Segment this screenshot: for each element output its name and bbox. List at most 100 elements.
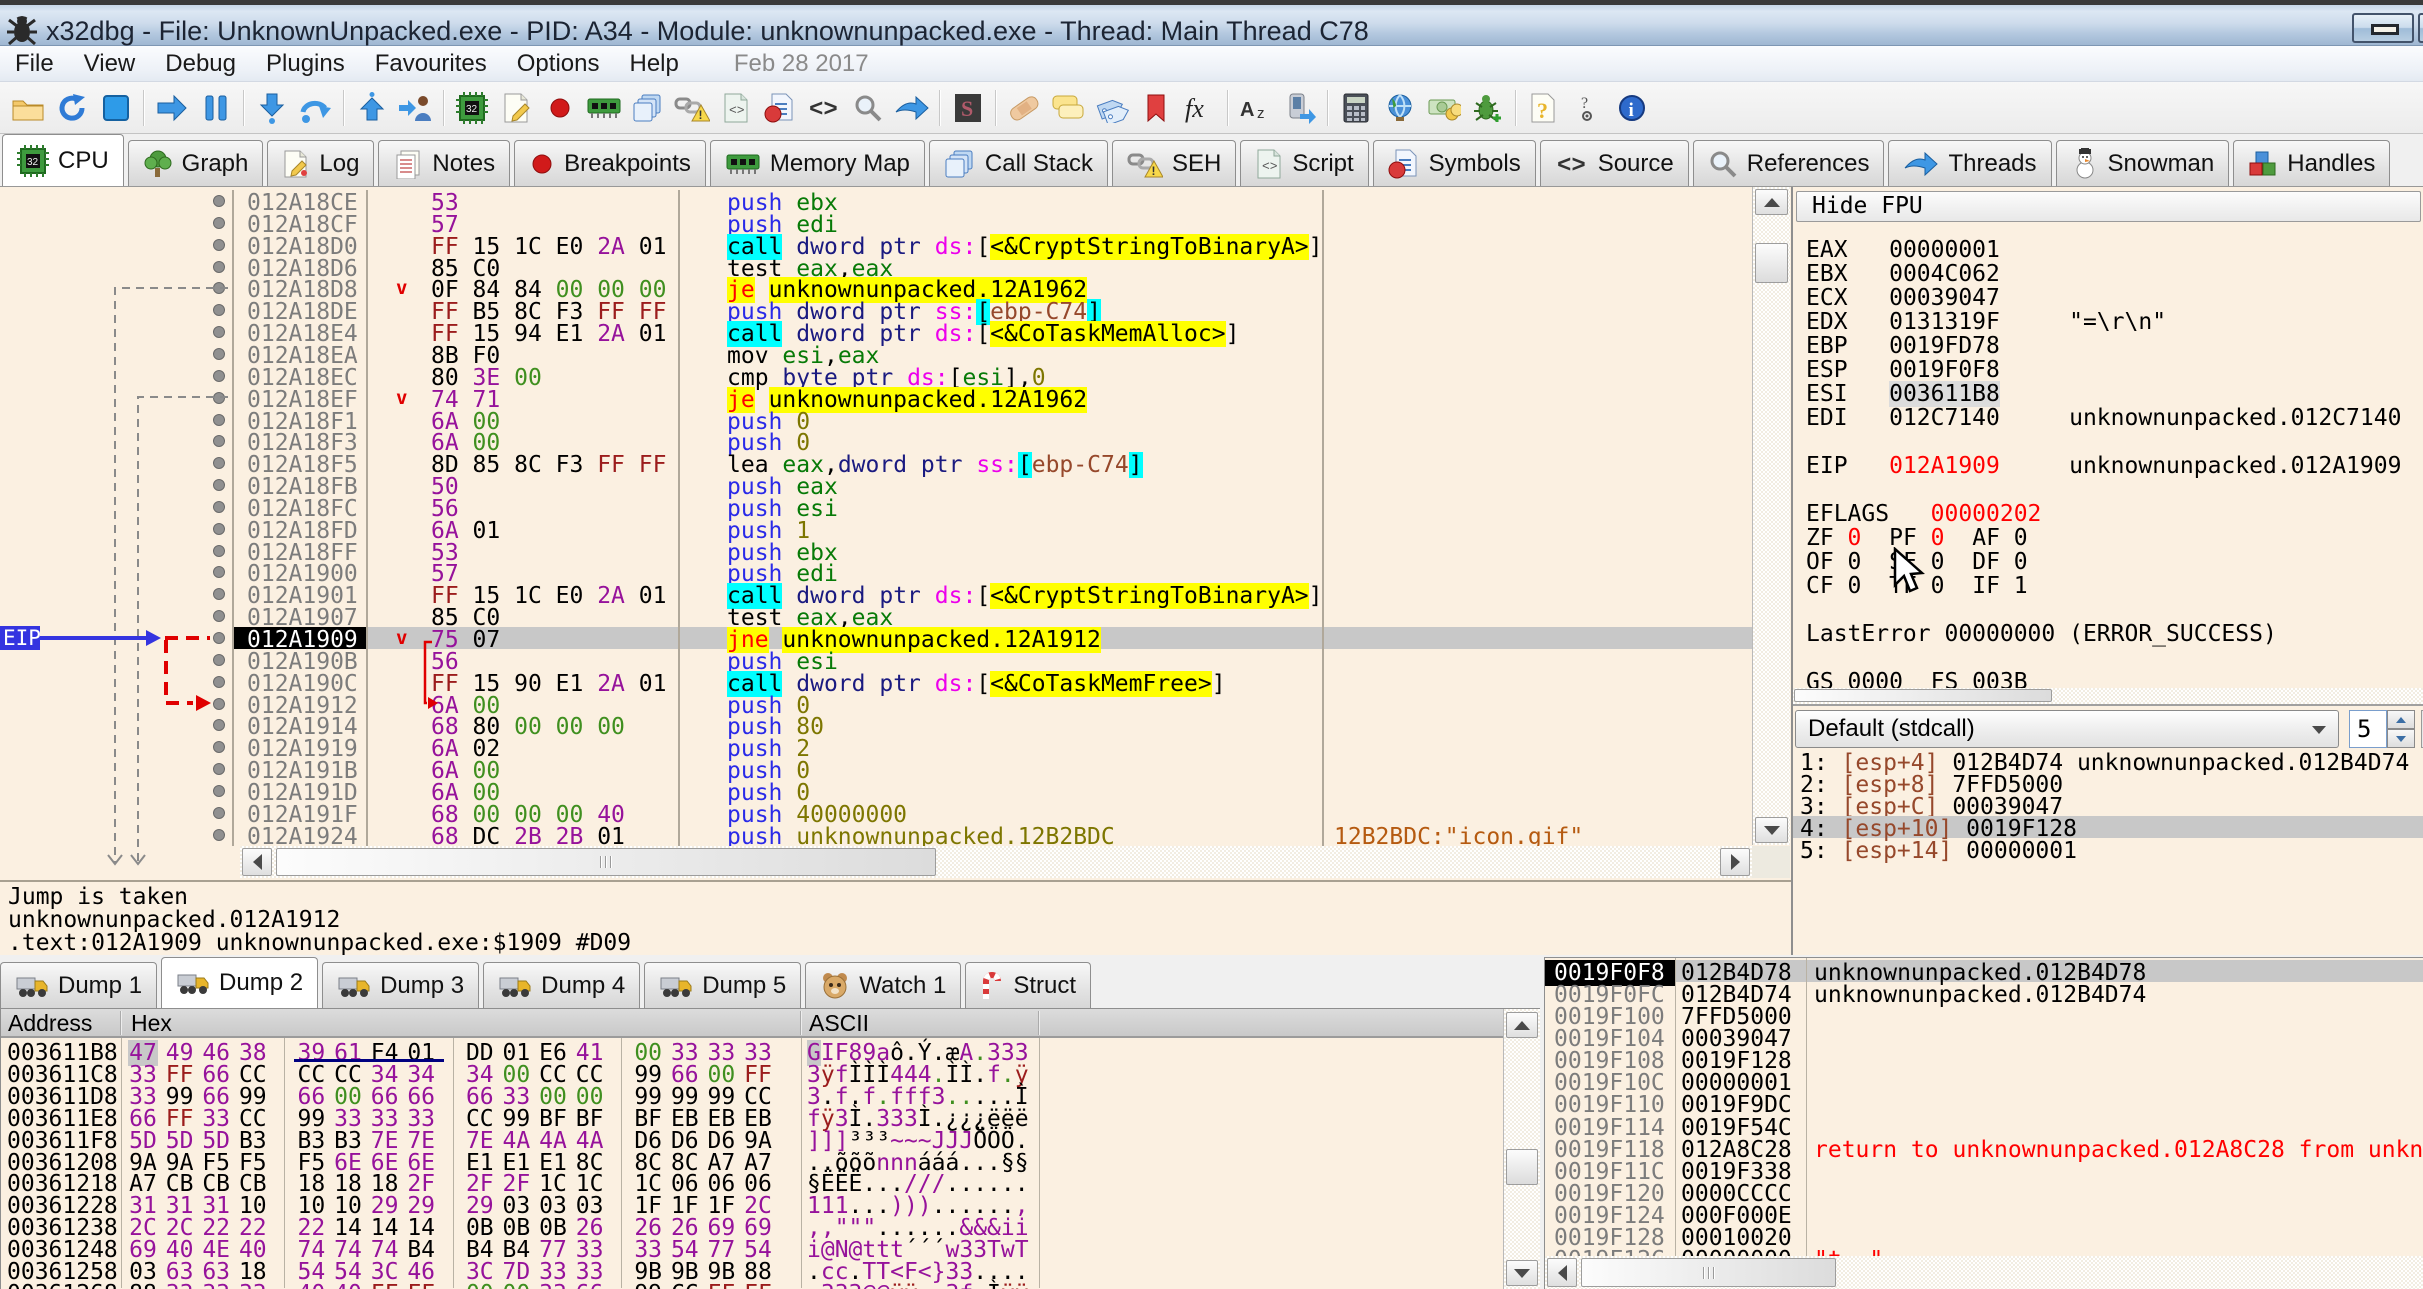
scroll-thumb[interactable] [1506, 1149, 1538, 1185]
argument-row[interactable]: 5: [esp+14] 00000001 [1793, 838, 2423, 860]
register-eflags[interactable]: EFLAGS 00000202 [1806, 501, 2041, 525]
ascii-char[interactable]: 3 [835, 1281, 849, 1289]
ascii-char[interactable]: 3 [821, 1281, 835, 1289]
register-ecx[interactable]: ECX 00039047 [1806, 285, 2000, 309]
tab-script[interactable]: <>Script [1240, 140, 1368, 186]
hex-byte[interactable]: 40 [333, 1281, 363, 1289]
command-question-button[interactable]: ? [1566, 87, 1610, 129]
breakpoint-dot[interactable] [213, 195, 225, 207]
calling-convention-combo[interactable]: Default (stdcall) [1795, 710, 2339, 748]
spin-down-button[interactable] [2387, 729, 2415, 748]
argument-row[interactable]: 1: [esp+4] 012B4D74 unknownunpacked.012B… [1793, 750, 2423, 772]
menu-help[interactable]: Help [614, 46, 693, 82]
disasm-horizontal-scrollbar[interactable] [240, 846, 1752, 878]
dump-row[interactable]: 00361218A7CBCBCB1818182F2F2F1C1C1C060606… [1, 1171, 1503, 1193]
hex-byte[interactable]: FF [706, 1281, 736, 1289]
tab-log[interactable]: Log [267, 140, 374, 186]
ascii-char[interactable]: . [918, 1281, 932, 1289]
ascii-char[interactable]: ÿ [1015, 1281, 1029, 1289]
tab-breakpoints[interactable]: Breakpoints [514, 140, 706, 186]
ascii-char[interactable]: ÿ [890, 1281, 904, 1289]
disasm-row[interactable]: 012A18FB50push eax [0, 474, 1752, 496]
argument-row[interactable]: 3: [esp+C] 00039047 [1793, 794, 2423, 816]
tab-references[interactable]: References [1693, 140, 1885, 186]
flags-row[interactable]: CF 0 TF 0 IF 1 [1806, 573, 2028, 597]
source-code-button[interactable]: <> [802, 87, 846, 129]
disasm-row[interactable]: 012A190785 C0test eax,eax [0, 605, 1752, 627]
disasm-vertical-scrollbar[interactable] [1752, 187, 1790, 845]
disasm-row[interactable]: 012A1909v75 07jne unknownunpacked.12A191… [0, 627, 1752, 649]
maximize-button[interactable] [2418, 13, 2423, 43]
pause-button[interactable] [194, 87, 238, 129]
dump-row[interactable]: 003612580363631854543C463C7D33339B9B9B88… [1, 1259, 1503, 1281]
register-ebx[interactable]: EBX 0004C062 [1806, 261, 2000, 285]
scroll-thumb[interactable] [1794, 689, 2052, 702]
argument-row[interactable]: 2: [esp+8] 7FFD5000 [1793, 772, 2423, 794]
about-info-button[interactable]: i [1610, 87, 1654, 129]
tab-memory-map[interactable]: Memory Map [710, 140, 925, 186]
title-bar[interactable]: x32dbg - File: UnknownUnpacked.exe - PID… [0, 0, 2423, 46]
scroll-down-button[interactable] [1506, 1260, 1538, 1286]
seh-chain-button[interactable]: ! [670, 87, 714, 129]
donate-money-button[interactable] [1422, 87, 1466, 129]
disasm-row[interactable]: 012A18FF53push ebx [0, 540, 1752, 562]
breakpoint-dot[interactable] [213, 370, 225, 382]
hex-byte[interactable]: FF [370, 1281, 400, 1289]
disasm-row[interactable]: 012A191F68 00 00 00 40push 40000000 [0, 802, 1752, 824]
ascii-char[interactable]: 3 [946, 1281, 960, 1289]
hex-byte[interactable]: 33 [538, 1281, 568, 1289]
breakpoint-dot[interactable] [213, 523, 225, 535]
tab-dump-1[interactable]: Dump 1 [0, 962, 157, 1008]
scroll-down-button[interactable] [1755, 817, 1788, 843]
dump-row[interactable]: 003612089A9AF5F5F56E6E6EE1E1E18C8C8CA7A7… [1, 1150, 1503, 1172]
disasm-row[interactable]: 012A18EA8B F0mov esi,eax [0, 343, 1752, 365]
flags-row[interactable]: OF 0 SF 0 DF 0 [1806, 549, 2028, 573]
disasm-row[interactable]: 012A18CF57push edi [0, 212, 1752, 234]
stack-panel[interactable]: 0019F0F8012B4D78unknownunpacked.012B4D78… [1544, 957, 2423, 1289]
step-over-button[interactable] [294, 87, 338, 129]
help-doc-button[interactable]: ? [1522, 87, 1566, 129]
breakpoint-dot[interactable] [213, 261, 225, 273]
references-search-button[interactable] [846, 87, 890, 129]
argument-row[interactable]: 4: [esp+10] 0019F128 [1793, 816, 2423, 838]
disasm-row[interactable]: 012A192468 DC 2B 2B 01push unknownunpack… [0, 824, 1752, 846]
register-esp[interactable]: ESP 0019F0F8 [1806, 357, 2000, 381]
breakpoint-dot[interactable] [213, 501, 225, 513]
tab-source[interactable]: <>Source [1540, 140, 1689, 186]
scroll-left-button[interactable] [1547, 1258, 1577, 1287]
disassembly-panel[interactable]: 012A18CE53push ebx012A18CF57push edi012A… [0, 187, 1752, 955]
hex-byte[interactable]: CC [670, 1281, 700, 1289]
breakpoint-dot[interactable] [213, 741, 225, 753]
disasm-row[interactable]: 012A18EFv74 71je unknownunpacked.12A1962 [0, 387, 1752, 409]
website-globe-button[interactable] [1378, 87, 1422, 129]
ascii-char[interactable]: @ [862, 1281, 876, 1289]
breakpoint-dot[interactable] [213, 763, 225, 775]
tab-graph[interactable]: Graph [128, 140, 264, 186]
breakpoint-dot[interactable] [213, 785, 225, 797]
disasm-row[interactable]: 012A18F58D 85 8C F3 FF FFlea eax,dword p… [0, 452, 1752, 474]
disasm-row[interactable]: 012A190CFF 15 90 E1 2A 01call dword ptr … [0, 671, 1752, 693]
breakpoint-dot[interactable] [213, 588, 225, 600]
dump-row[interactable]: 003612382C2C2222221414140B0B0B2626266969… [1, 1215, 1503, 1237]
bookmarks-button[interactable] [1134, 87, 1178, 129]
cpu-chip-button[interactable]: 32 [450, 87, 494, 129]
stack-row[interactable]: 0019F0F8012B4D78unknownunpacked.012B4D78 [1545, 960, 2423, 982]
breakpoint-dot[interactable] [213, 414, 225, 426]
menu-view[interactable]: View [69, 46, 151, 82]
dump-row[interactable]: 003612283131311010102929290303031F1F1F2C… [1, 1193, 1503, 1215]
stack-row[interactable]: 0019F1100019F9DC [1545, 1092, 2423, 1114]
step-out-button[interactable] [350, 87, 394, 129]
breakpoint-dot[interactable] [213, 719, 225, 731]
stack-row[interactable]: 0019F10C00000001 [1545, 1070, 2423, 1092]
register-edx[interactable]: EDX 0131319F "=\r\n" [1806, 309, 2166, 333]
hex-byte[interactable]: 00 [501, 1281, 531, 1289]
breakpoint-dot[interactable] [213, 392, 225, 404]
ascii-char[interactable]: . [932, 1281, 946, 1289]
breakpoint-dot[interactable] [213, 545, 225, 557]
dump-row[interactable]: 00361268883333334040FFFF0000336699CCFFFF… [1, 1281, 1503, 1289]
dump-row[interactable]: 003611C833FF66CCCCCC34343400CCCC996600FF… [1, 1062, 1503, 1084]
dump-panel[interactable]: Address Hex ASCII 003611B8474946383961F4… [0, 1008, 1540, 1289]
spin-up-button[interactable] [2387, 710, 2415, 729]
disasm-row[interactable]: 012A18D0FF 15 1C E0 2A 01call dword ptr … [0, 234, 1752, 256]
disasm-row[interactable]: 012A18DEFF B5 8C F3 FF FFpush dword ptr … [0, 299, 1752, 321]
